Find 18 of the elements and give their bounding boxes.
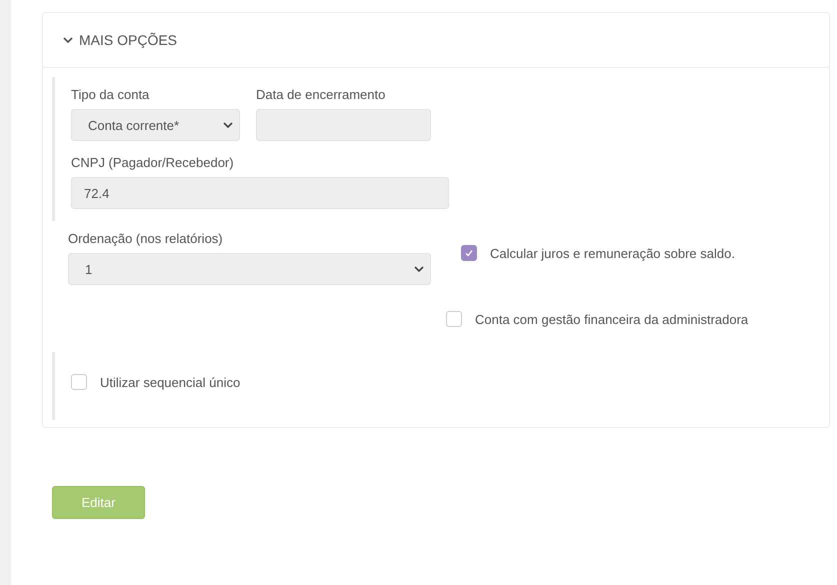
check-icon xyxy=(464,248,474,258)
chevron-icon xyxy=(223,122,233,128)
ordering-select[interactable]: 1 xyxy=(68,253,431,285)
chevron-icon xyxy=(414,266,424,272)
field-label: Ordenação (nos relatórios) xyxy=(68,231,224,246)
checkbox-label: Utilizar sequencial único xyxy=(100,374,240,390)
date-field[interactable] xyxy=(256,109,431,141)
field-label: Tipo da conta xyxy=(71,87,150,102)
checkbox[interactable] xyxy=(446,311,462,327)
checkbox[interactable] xyxy=(461,245,477,261)
field-label: CNPJ (Pagador/Recebedor) xyxy=(71,155,235,170)
checkbox-label: Calcular juros e remuneração sobre saldo. xyxy=(490,246,735,260)
section-toggle[interactable]: MAIS OPÇÕES xyxy=(63,32,178,48)
field-label: Data de encerramento xyxy=(256,87,386,102)
checkbox-label: Conta com gestão financeira da administradora xyxy=(475,312,748,326)
checkbox[interactable] xyxy=(71,374,87,390)
account-type-select[interactable]: Conta corrente* xyxy=(71,109,240,141)
cnpj-field[interactable]: 72.4 xyxy=(71,177,449,209)
